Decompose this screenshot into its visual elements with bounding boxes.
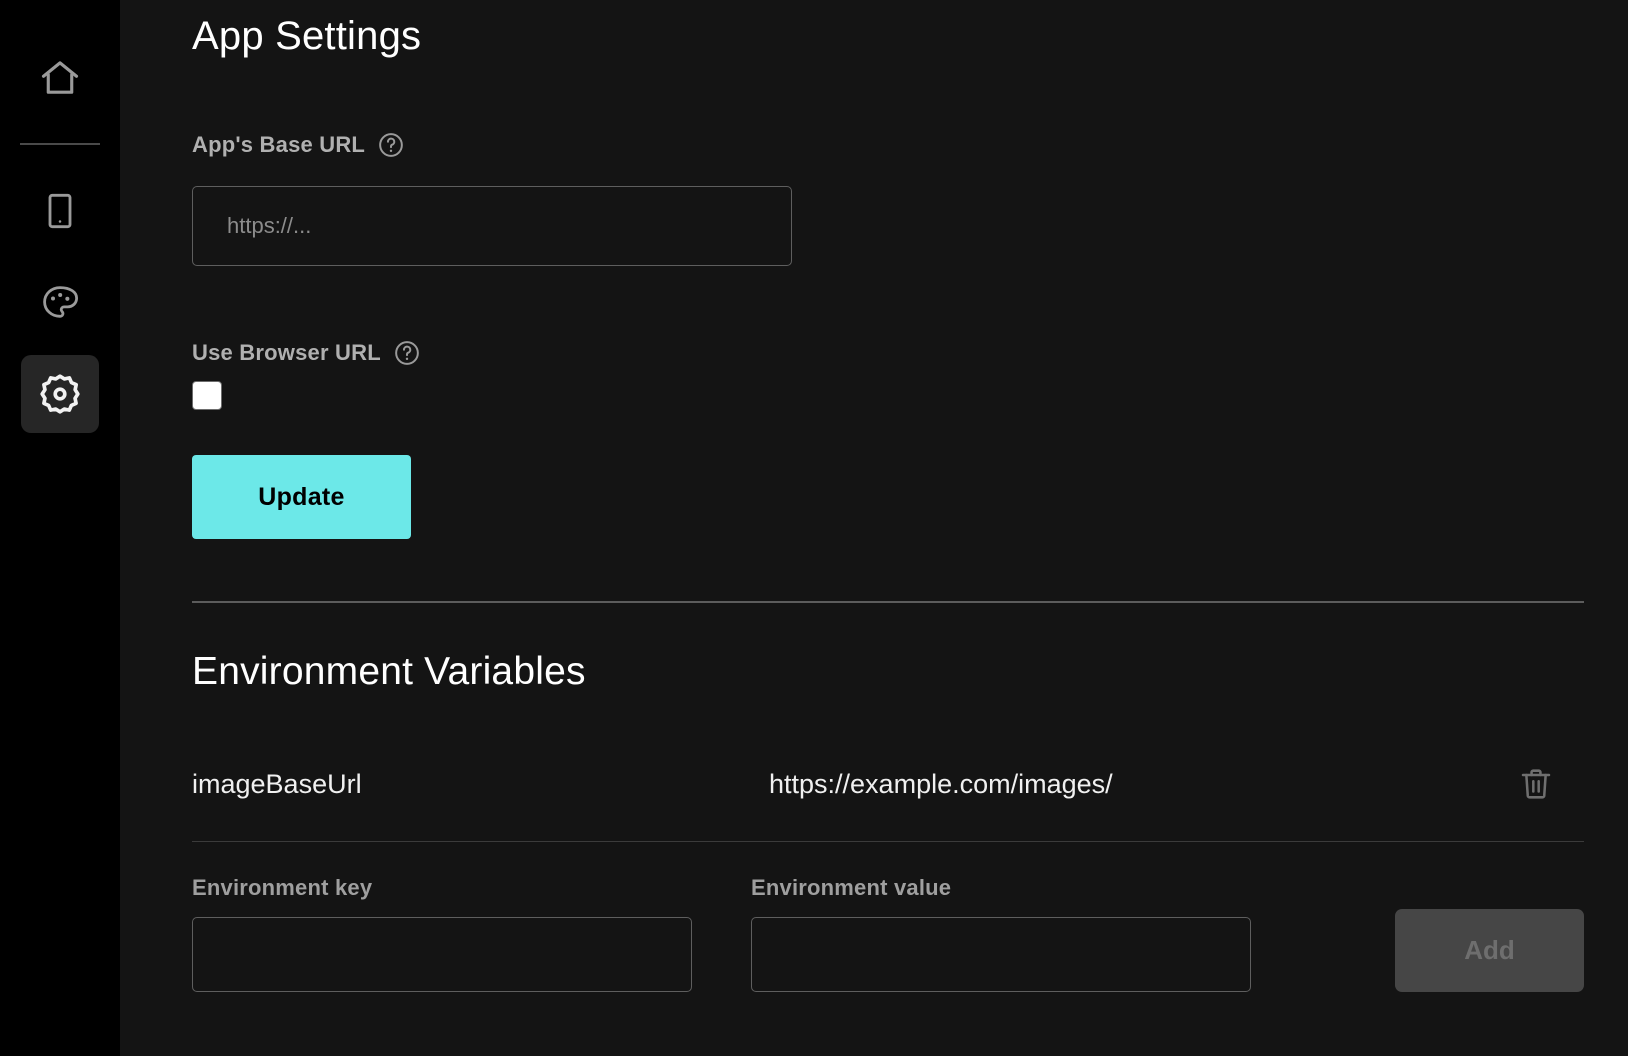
palette-icon [39, 282, 81, 324]
base-url-input[interactable] [192, 186, 792, 266]
question-circle-icon[interactable] [377, 131, 405, 159]
add-button[interactable]: Add [1395, 909, 1584, 992]
sidebar-item-settings[interactable] [21, 355, 99, 433]
update-button[interactable]: Update [192, 455, 411, 539]
base-url-label: App's Base URL [192, 132, 365, 158]
use-browser-url-checkbox[interactable] [192, 381, 222, 410]
gear-icon [37, 371, 83, 417]
sidebar [0, 0, 120, 1056]
base-url-label-row: App's Base URL [192, 131, 1544, 159]
environment-variable-form: Environment key Environment value Add [192, 875, 1584, 992]
environment-variables-section: Environment Variables imageBaseUrl https… [192, 650, 1544, 992]
use-browser-url-label: Use Browser URL [192, 340, 381, 366]
app-root: App Settings App's Base URL Use Browser … [0, 0, 1628, 1056]
env-var-value: https://example.com/images/ [769, 769, 1488, 800]
section-divider [192, 601, 1584, 603]
env-key-field-group: Environment key [192, 875, 751, 992]
env-value-label: Environment value [751, 875, 1329, 901]
main-content: App Settings App's Base URL Use Browser … [120, 0, 1628, 1056]
use-browser-url-section: Use Browser URL Update [192, 339, 1544, 539]
environment-variables-table: imageBaseUrl https://example.com/images/ [192, 755, 1584, 842]
base-url-section: App's Base URL [192, 131, 1544, 266]
sidebar-item-theme[interactable] [21, 264, 99, 342]
table-row-separator [192, 841, 1584, 842]
env-value-input[interactable] [751, 917, 1251, 992]
use-browser-url-label-row: Use Browser URL [192, 339, 1544, 367]
question-circle-icon[interactable] [393, 339, 421, 367]
tablet-icon [40, 191, 80, 231]
page-title: App Settings [192, 12, 1544, 60]
env-var-key: imageBaseUrl [192, 769, 769, 800]
trash-icon[interactable] [1488, 765, 1584, 803]
environment-variables-title: Environment Variables [192, 650, 1544, 694]
table-row: imageBaseUrl https://example.com/images/ [192, 755, 1584, 813]
sidebar-item-home[interactable] [21, 40, 99, 118]
env-key-input[interactable] [192, 917, 692, 992]
env-value-field-group: Environment value [751, 875, 1329, 992]
env-key-label: Environment key [192, 875, 751, 901]
sidebar-divider [20, 143, 100, 145]
sidebar-item-devices[interactable] [21, 172, 99, 250]
home-icon [38, 57, 82, 101]
